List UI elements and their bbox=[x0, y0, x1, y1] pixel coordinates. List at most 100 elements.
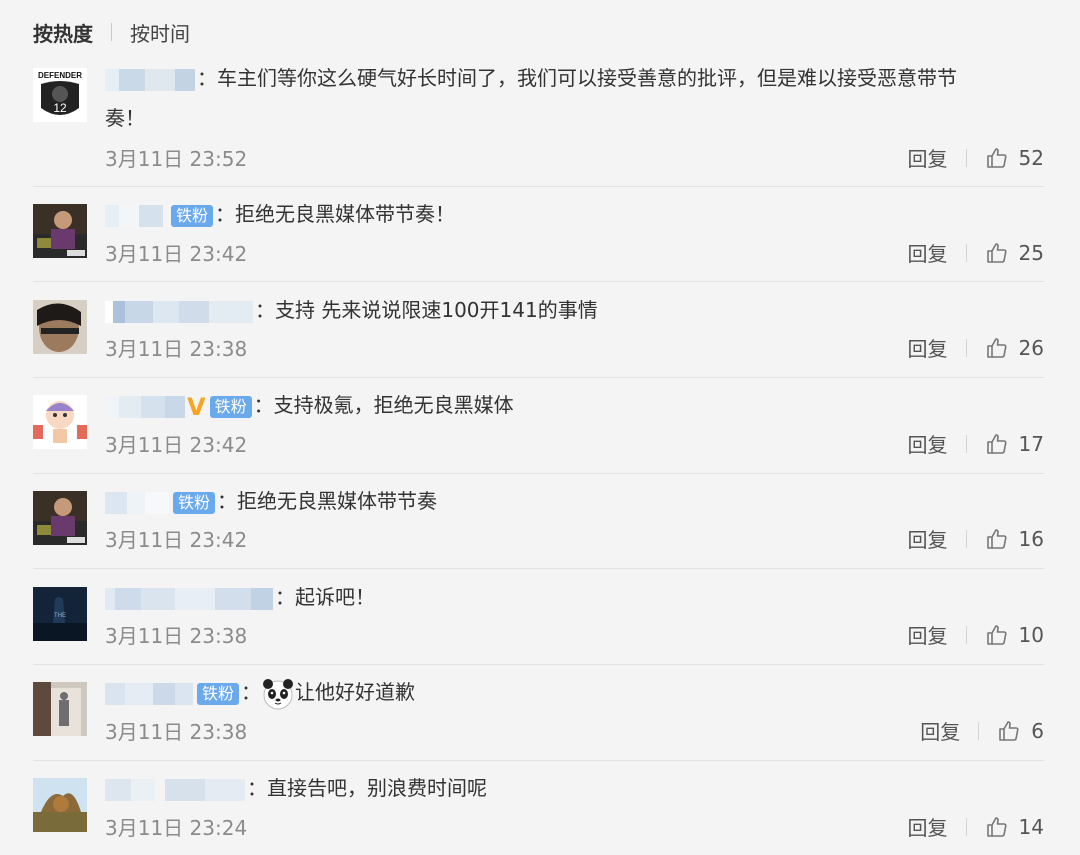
svg-text:12: 12 bbox=[53, 101, 67, 115]
sort-by-time-tab[interactable]: 按时间 bbox=[130, 18, 190, 47]
username-blurred[interactable] bbox=[105, 395, 185, 418]
comment-text: 起诉吧！ bbox=[295, 585, 375, 609]
mosaic-block bbox=[125, 300, 153, 323]
avatar[interactable] bbox=[33, 204, 87, 258]
reply-button[interactable]: 回复 bbox=[908, 143, 948, 172]
colon: ： bbox=[215, 202, 236, 226]
action-divider bbox=[965, 434, 967, 453]
svg-text:THE: THE bbox=[54, 613, 66, 619]
avatar[interactable]: DEFENDER 12 bbox=[33, 68, 87, 122]
sort-bar: 按热度 按时间 bbox=[33, 14, 190, 50]
sort-divider bbox=[111, 23, 112, 41]
mosaic-block bbox=[119, 395, 141, 418]
mosaic-block bbox=[141, 587, 175, 610]
avatar[interactable] bbox=[33, 491, 87, 545]
mosaic-block bbox=[175, 68, 195, 91]
sort-by-hot-tab[interactable]: 按热度 bbox=[33, 18, 93, 47]
mosaic-block bbox=[105, 204, 119, 227]
comment-divider bbox=[33, 664, 1044, 665]
reply-button[interactable]: 回复 bbox=[908, 429, 948, 458]
comment-divider bbox=[33, 568, 1044, 569]
comment-timestamp: 3月11日 23:42 bbox=[105, 528, 248, 552]
action-divider bbox=[965, 625, 967, 644]
fan-badge[interactable]: 铁粉 bbox=[197, 682, 240, 705]
like-icon[interactable] bbox=[985, 432, 1009, 456]
mosaic-block bbox=[175, 682, 193, 705]
comment-actions: 回复 6 bbox=[920, 716, 1044, 745]
like-count: 25 bbox=[1018, 240, 1044, 265]
avatar[interactable] bbox=[33, 300, 87, 354]
comment-actions: 回复 10 bbox=[908, 620, 1044, 649]
avatar[interactable] bbox=[33, 778, 87, 832]
comment-timestamp: 3月11日 23:38 bbox=[105, 337, 248, 361]
mosaic-block bbox=[105, 68, 119, 91]
username-blurred[interactable] bbox=[105, 68, 195, 91]
like-icon[interactable] bbox=[985, 623, 1009, 647]
like-icon[interactable] bbox=[997, 719, 1021, 743]
like-count: 17 bbox=[1018, 431, 1044, 456]
comment-line: 铁粉 ：拒绝无良黑媒体带节奏！ bbox=[105, 194, 1044, 234]
like-icon[interactable] bbox=[985, 527, 1009, 551]
avatar[interactable] bbox=[33, 395, 87, 449]
username-blurred[interactable] bbox=[105, 587, 273, 610]
comment-actions: 回复 26 bbox=[908, 333, 1044, 362]
comment-divider bbox=[33, 281, 1044, 282]
comment-line: V 铁粉 ：支持极氪，拒绝无良黑媒体 bbox=[105, 385, 1044, 427]
mosaic-block bbox=[113, 300, 125, 323]
fan-badge[interactable]: 铁粉 bbox=[173, 491, 216, 514]
comment-text: 支持 先来说说限速100开141的事情 bbox=[275, 298, 598, 322]
mosaic-block bbox=[105, 682, 125, 705]
comment-text: 让他好好道歉 bbox=[295, 680, 416, 704]
like-icon[interactable] bbox=[985, 336, 1009, 360]
like-icon[interactable] bbox=[985, 241, 1009, 265]
fan-badge[interactable]: 铁粉 bbox=[171, 204, 214, 227]
comment-timestamp: 3月11日 23:52 bbox=[105, 147, 248, 171]
comment-text: 拒绝无良黑媒体带节奏！ bbox=[235, 202, 456, 226]
reply-button[interactable]: 回复 bbox=[908, 333, 948, 362]
comment-timestamp: 3月11日 23:38 bbox=[105, 720, 248, 744]
avatar[interactable]: THE bbox=[33, 587, 87, 641]
username-blurred[interactable] bbox=[105, 491, 169, 514]
mosaic-block bbox=[205, 778, 245, 801]
comment-line: ：起诉吧！ bbox=[105, 577, 1044, 617]
username-blurred[interactable] bbox=[105, 204, 167, 227]
mosaic-block bbox=[145, 491, 169, 514]
comment-actions: 回复 14 bbox=[908, 812, 1044, 841]
username-blurred[interactable] bbox=[105, 300, 253, 323]
reply-button[interactable]: 回复 bbox=[920, 716, 960, 745]
reply-button[interactable]: 回复 bbox=[908, 620, 948, 649]
like-icon[interactable] bbox=[985, 815, 1009, 839]
comment-timestamp: 3月11日 23:24 bbox=[105, 816, 248, 840]
comment-divider bbox=[33, 186, 1044, 187]
comment-text: 支持极氪，拒绝无良黑媒体 bbox=[273, 393, 514, 417]
mosaic-block bbox=[179, 300, 209, 323]
username-blurred[interactable] bbox=[105, 778, 245, 801]
comment-line: ：支持 先来说说限速100开141的事情 bbox=[105, 290, 1044, 330]
mosaic-block bbox=[125, 682, 153, 705]
comment-timestamp: 3月11日 23:42 bbox=[105, 433, 248, 457]
colon: ： bbox=[217, 489, 238, 513]
mosaic-block bbox=[105, 395, 119, 418]
colon: ： bbox=[253, 393, 274, 417]
fan-badge[interactable]: 铁粉 bbox=[209, 395, 252, 418]
like-count: 52 bbox=[1018, 145, 1044, 170]
mosaic-block bbox=[127, 491, 145, 514]
action-divider bbox=[965, 817, 967, 836]
like-icon[interactable] bbox=[985, 146, 1009, 170]
mosaic-block bbox=[119, 204, 139, 227]
comment-timestamp: 3月11日 23:42 bbox=[105, 242, 248, 266]
mosaic-block bbox=[105, 300, 113, 323]
mosaic-block bbox=[153, 300, 179, 323]
reply-button[interactable]: 回复 bbox=[908, 524, 948, 553]
reply-button[interactable]: 回复 bbox=[908, 812, 948, 841]
mosaic-block bbox=[139, 204, 163, 227]
mosaic-block bbox=[115, 587, 141, 610]
avatar[interactable] bbox=[33, 682, 87, 736]
reply-button[interactable]: 回复 bbox=[908, 238, 948, 267]
username-blurred[interactable] bbox=[105, 682, 193, 705]
mosaic-block bbox=[209, 300, 253, 323]
colon: ： bbox=[247, 776, 267, 800]
colon: ： bbox=[255, 298, 275, 322]
comment-line: ：直接告吧，别浪费时间呢 bbox=[105, 768, 1044, 808]
vip-icon: V bbox=[187, 392, 206, 421]
